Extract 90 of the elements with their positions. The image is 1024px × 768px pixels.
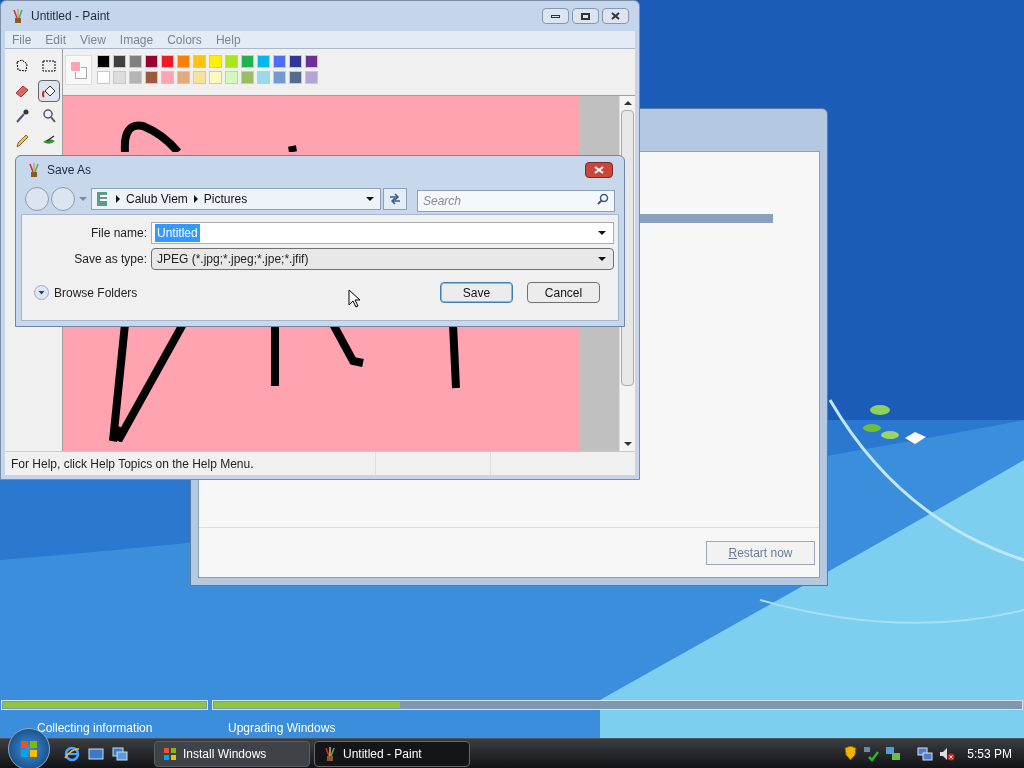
- windows-logo-icon: [163, 746, 177, 761]
- refresh-button[interactable]: [383, 188, 407, 210]
- windows-logo-icon: [20, 739, 38, 758]
- color-swatch[interactable]: [177, 55, 190, 68]
- magnifier-icon: [40, 108, 57, 124]
- color-swatch[interactable]: [193, 71, 206, 84]
- foreground-color-swatch[interactable]: [70, 61, 81, 72]
- pencil-icon: [14, 133, 30, 149]
- color-swatch[interactable]: [305, 55, 318, 68]
- show-desktop-icon[interactable]: [88, 745, 104, 762]
- clock[interactable]: 5:53 PM: [967, 744, 1012, 763]
- color-swatch[interactable]: [161, 71, 174, 84]
- color-swatch[interactable]: [225, 55, 238, 68]
- rectangle-select-icon: [40, 58, 57, 74]
- restart-now-button[interactable]: Restart now: [706, 540, 815, 565]
- minimize-button[interactable]: [542, 8, 569, 24]
- lasso-select-icon: [14, 58, 30, 74]
- folder-location-icon: [96, 191, 110, 207]
- browse-folders-toggle[interactable]: Browse Folders: [26, 283, 138, 302]
- paint-brushes-icon: [27, 163, 41, 177]
- field-value: JPEG (*.jpg;*.jpeg;*.jpe;*.jfif): [156, 251, 310, 268]
- color-swatch[interactable]: [129, 71, 142, 84]
- refresh-icon: [388, 193, 402, 205]
- color-swatch[interactable]: [129, 55, 142, 68]
- breadcrumb-item[interactable]: Pictures: [203, 190, 248, 208]
- progress-label: Collecting information: [37, 720, 154, 737]
- color-swatch[interactable]: [289, 71, 302, 84]
- eyedropper-icon: [14, 108, 30, 124]
- search-icon: [597, 193, 609, 205]
- color-swatch[interactable]: [305, 71, 318, 84]
- window-title: Untitled - Paint: [31, 8, 110, 25]
- dropdown-caret-icon[interactable]: [598, 231, 606, 235]
- maximize-button[interactable]: [572, 8, 599, 24]
- breadcrumb-item[interactable]: Calub Viem: [126, 190, 188, 208]
- paint-brushes-icon: [323, 746, 337, 761]
- bird-drawing: [905, 432, 927, 444]
- taskbar-button[interactable]: Install Windows: [154, 740, 310, 767]
- color-swatch[interactable]: [177, 71, 190, 84]
- network-icon[interactable]: [917, 745, 934, 762]
- color-swatch[interactable]: [209, 55, 222, 68]
- color-swatch[interactable]: [113, 71, 126, 84]
- network-status-icon[interactable]: [863, 745, 880, 762]
- dialog-button[interactable]: Cancel: [527, 282, 600, 303]
- dropdown-caret-icon[interactable]: [598, 257, 606, 261]
- dropdown-caret-icon[interactable]: [366, 197, 374, 201]
- taskbar-button[interactable]: Untitled - Paint: [314, 740, 470, 767]
- computers-icon[interactable]: [885, 745, 902, 762]
- color-swatch[interactable]: [193, 55, 206, 68]
- scroll-up-arrow-icon[interactable]: [623, 101, 632, 105]
- color-swatch[interactable]: [225, 71, 238, 84]
- color-swatch[interactable]: [113, 55, 126, 68]
- breadcrumb-separator-icon[interactable]: [116, 195, 120, 203]
- scroll-down-arrow-icon[interactable]: [623, 442, 632, 446]
- progress-label: Upgrading Windows: [228, 720, 336, 737]
- expand-icon: [34, 285, 49, 300]
- close-button[interactable]: [602, 8, 629, 24]
- color-swatch[interactable]: [97, 55, 110, 68]
- close-icon: [594, 166, 604, 174]
- color-swatch[interactable]: [257, 71, 270, 84]
- status-text: For Help, click Help Topics on the Help Menu.: [10, 455, 255, 473]
- color-swatch[interactable]: [145, 71, 158, 84]
- field-label: Save as type:: [73, 251, 148, 268]
- color-swatch[interactable]: [161, 55, 174, 68]
- mouse-cursor-icon: [348, 289, 361, 308]
- search-field[interactable]: Search: [417, 190, 615, 212]
- eraser-icon: [14, 83, 30, 99]
- dialog-button[interactable]: Save: [440, 282, 513, 303]
- close-icon: [611, 12, 620, 20]
- history-caret-icon[interactable]: [79, 197, 87, 201]
- color-swatch[interactable]: [241, 71, 254, 84]
- switch-windows-icon[interactable]: [112, 745, 128, 762]
- paint-bucket-icon: [40, 83, 57, 99]
- file-type-dropdown[interactable]: JPEG (*.jpg;*.jpeg;*.jpe;*.jfif): [151, 248, 614, 270]
- color-swatch[interactable]: [257, 55, 270, 68]
- close-button[interactable]: [585, 162, 613, 178]
- field-label: File name:: [89, 225, 148, 242]
- browser-icon[interactable]: [64, 745, 80, 762]
- address-bar[interactable]: Calub Viem Pictures: [91, 188, 381, 210]
- shield-icon[interactable]: [844, 746, 858, 761]
- dialog-title: Save As: [47, 162, 92, 179]
- tool-button[interactable]: [37, 80, 60, 102]
- color-swatch[interactable]: [209, 71, 222, 84]
- field-value: Untitled: [155, 224, 200, 242]
- color-swatch[interactable]: [241, 55, 254, 68]
- color-swatch[interactable]: [289, 55, 302, 68]
- color-swatch[interactable]: [97, 71, 110, 84]
- color-swatch[interactable]: [273, 71, 286, 84]
- color-swatch[interactable]: [273, 55, 286, 68]
- color-swatch[interactable]: [145, 55, 158, 68]
- paint-brushes-icon: [11, 9, 25, 23]
